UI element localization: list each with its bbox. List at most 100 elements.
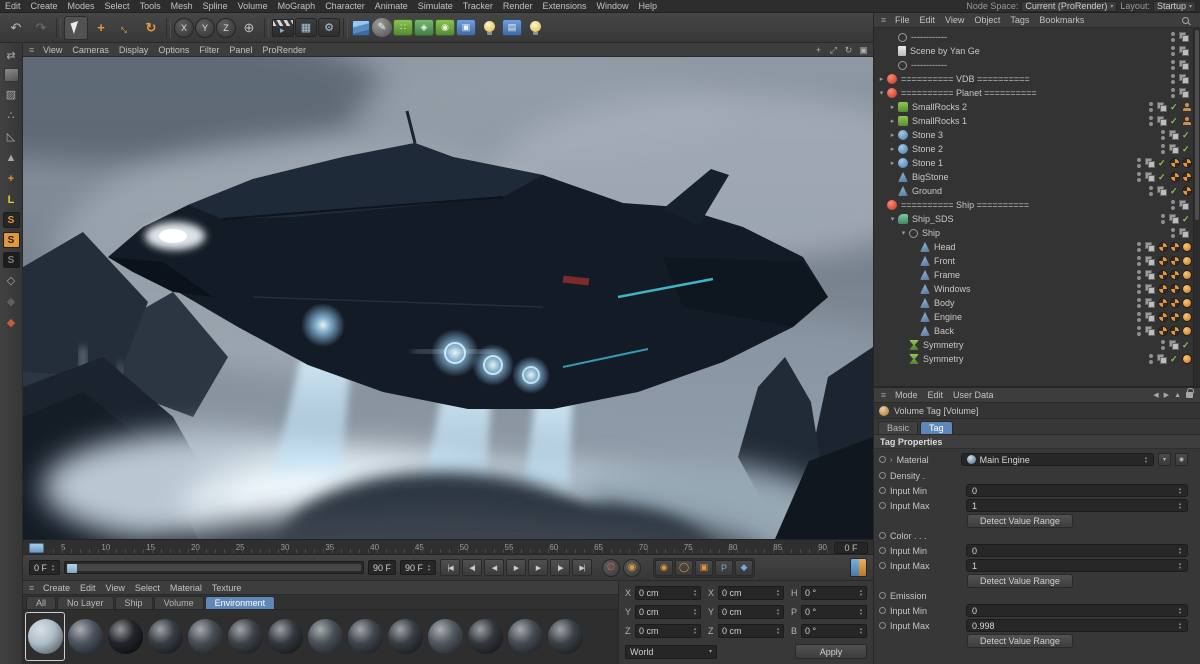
- orn-tag-icon[interactable]: [1182, 284, 1192, 294]
- material-thumb[interactable]: [186, 613, 224, 660]
- axis-mode-icon[interactable]: L: [2, 191, 20, 208]
- add-cube-icon[interactable]: [351, 19, 371, 37]
- y-axis-lock-button[interactable]: Y: [195, 17, 215, 38]
- object-type-icon[interactable]: [898, 144, 908, 154]
- viewport-menu-item[interactable]: Display: [114, 45, 154, 55]
- ball-tag-icon[interactable]: [1170, 284, 1180, 294]
- visibility-dots-icon[interactable]: [1161, 130, 1165, 140]
- layer-chip-icon[interactable]: [1145, 312, 1155, 322]
- viewport-render[interactable]: [23, 57, 873, 539]
- layer-chip-icon[interactable]: [1145, 172, 1155, 182]
- layer-chip-icon[interactable]: [1169, 144, 1179, 154]
- expand-toggle-icon[interactable]: ▾: [899, 229, 908, 237]
- expand-toggle-icon[interactable]: ▸: [877, 75, 886, 83]
- toolbar-separator[interactable]: [56, 17, 61, 38]
- light-icon[interactable]: [477, 16, 501, 40]
- stepper-icon[interactable]: ▲ ▼: [1178, 606, 1182, 615]
- visibility-dots-icon[interactable]: [1171, 60, 1175, 70]
- ball-tag-icon[interactable]: [1158, 326, 1168, 336]
- object-label[interactable]: ========== Planet ==========: [901, 88, 1037, 98]
- object-row[interactable]: Engine: [874, 310, 1192, 324]
- object-row[interactable]: Front: [874, 254, 1192, 268]
- polygons-mode-icon[interactable]: ▲: [2, 149, 20, 166]
- stepper-icon[interactable]: ▲ ▼: [693, 608, 697, 616]
- material-thumb[interactable]: [506, 613, 544, 660]
- material-thumb[interactable]: [146, 613, 184, 660]
- visibility-dots-icon[interactable]: [1149, 102, 1153, 112]
- object-row[interactable]: Frame: [874, 268, 1192, 282]
- mute-sound-button[interactable]: ∅: [601, 558, 620, 577]
- toolbar-separator[interactable]: [264, 17, 269, 38]
- visibility-dots-icon[interactable]: [1137, 256, 1141, 266]
- input-min-field[interactable]: 0 ▲ ▼: [966, 604, 1188, 617]
- layer-chip-icon[interactable]: [1179, 200, 1189, 210]
- object-type-icon[interactable]: [898, 116, 908, 126]
- orn-tag-icon[interactable]: [1182, 256, 1192, 266]
- node-space-select[interactable]: Current (ProRender) ▾: [1021, 0, 1118, 12]
- viewport-menu-item[interactable]: Filter: [194, 45, 224, 55]
- visibility-dots-icon[interactable]: [1149, 116, 1153, 126]
- model-mode-icon[interactable]: [3, 68, 19, 82]
- layer-chip-icon[interactable]: [1145, 242, 1155, 252]
- object-type-icon[interactable]: [920, 326, 930, 336]
- ball-tag-icon[interactable]: [1158, 270, 1168, 280]
- material-browse-button[interactable]: ◉: [1175, 453, 1188, 466]
- chk-tag-icon[interactable]: [1158, 158, 1168, 168]
- material-link-field[interactable]: Main Engine ▲ ▼: [960, 453, 1154, 466]
- layer-chip-icon[interactable]: [1179, 60, 1189, 70]
- object-label[interactable]: BigStone: [912, 172, 949, 182]
- lock-icon[interactable]: [1186, 388, 1194, 398]
- layer-chip-icon[interactable]: [1145, 326, 1155, 336]
- layer-chip-icon[interactable]: [1145, 158, 1155, 168]
- visibility-dots-icon[interactable]: [1137, 312, 1141, 322]
- visibility-dots-icon[interactable]: [1137, 158, 1141, 168]
- attribute-tab[interactable]: Tag: [920, 421, 953, 434]
- material-thumb[interactable]: [306, 613, 344, 660]
- object-manager-menu-item[interactable]: View: [940, 15, 969, 25]
- anim-dot-icon[interactable]: [879, 607, 886, 614]
- object-type-icon[interactable]: [898, 32, 907, 42]
- z-axis-lock-button[interactable]: Z: [216, 17, 236, 38]
- scale-tool-icon[interactable]: ↔: [109, 11, 143, 45]
- object-label[interactable]: Ship_SDS: [912, 214, 954, 224]
- render-settings-icon[interactable]: ⚙: [318, 18, 340, 37]
- current-frame-field[interactable]: 0 F ▲ ▼: [29, 560, 60, 575]
- object-type-icon[interactable]: [898, 214, 908, 224]
- snap-icon[interactable]: ◇: [2, 272, 20, 289]
- object-row[interactable]: ▸ ========== VDB ==========: [874, 72, 1192, 86]
- coordinate-system-icon[interactable]: ⊕: [237, 16, 261, 40]
- stepper-icon[interactable]: ▲ ▼: [693, 627, 697, 635]
- preview-range-slider[interactable]: [63, 561, 364, 574]
- anim-dot-icon[interactable]: [879, 562, 886, 569]
- prev-frame-button[interactable]: ◀: [483, 559, 504, 576]
- pan-view-icon[interactable]: +: [811, 45, 826, 55]
- x-axis-lock-button[interactable]: X: [174, 17, 194, 38]
- ball-tag-icon[interactable]: [1170, 298, 1180, 308]
- material-thumb[interactable]: [226, 613, 264, 660]
- layer-chip-icon[interactable]: [1157, 116, 1167, 126]
- expand-toggle-icon[interactable]: ▸: [888, 145, 897, 153]
- visibility-dots-icon[interactable]: [1149, 186, 1153, 196]
- layer-chip-icon[interactable]: [1179, 228, 1189, 238]
- timeline-playhead[interactable]: [29, 543, 44, 553]
- coordinate-field[interactable]: 0 cm ▲ ▼: [718, 586, 784, 600]
- menu-item[interactable]: Edit: [0, 1, 26, 11]
- parent-object-icon[interactable]: ▲: [1174, 392, 1181, 399]
- attribute-menu-item[interactable]: User Data: [948, 390, 999, 400]
- object-label[interactable]: Body: [934, 298, 955, 308]
- anim-dot-icon[interactable]: [879, 487, 886, 494]
- ball-tag-icon[interactable]: [1170, 270, 1180, 280]
- history-back-icon[interactable]: ◀: [1153, 391, 1158, 399]
- visibility-dots-icon[interactable]: [1137, 326, 1141, 336]
- material-thumb[interactable]: [346, 613, 384, 660]
- object-manager-menu-item[interactable]: Tags: [1005, 15, 1034, 25]
- expand-toggle-icon[interactable]: ▸: [888, 103, 897, 111]
- coordinate-field[interactable]: 0 cm ▲ ▼: [718, 624, 784, 638]
- orn-tag-icon[interactable]: [1182, 242, 1192, 252]
- anim-dot-icon[interactable]: [879, 456, 886, 463]
- ball-tag-icon[interactable]: [1170, 172, 1180, 182]
- attribute-menu-item[interactable]: Mode: [890, 390, 923, 400]
- object-type-icon[interactable]: [909, 228, 918, 238]
- menu-item[interactable]: Select: [100, 1, 135, 11]
- goto-end-button[interactable]: ▶|: [571, 559, 592, 576]
